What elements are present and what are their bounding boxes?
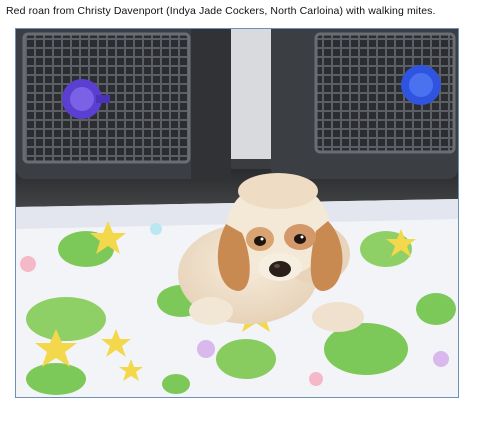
photo-caption: Red roan from Christy Davenport (Indya J… (6, 5, 436, 17)
wall-gap (231, 29, 271, 159)
puppy-photo (15, 28, 459, 398)
right-crate (271, 29, 458, 179)
left-crate (16, 29, 231, 179)
